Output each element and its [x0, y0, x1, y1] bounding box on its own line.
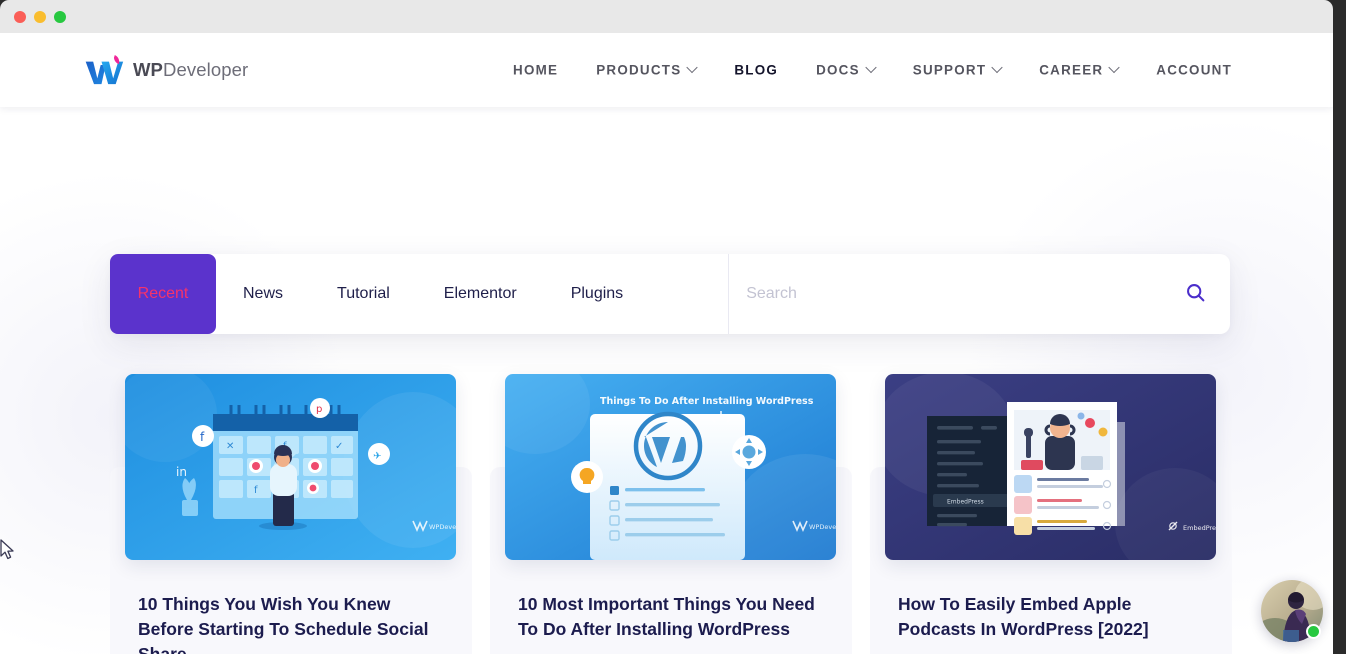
nav-item-account[interactable]: ACCOUNT [1137, 63, 1251, 78]
nav-item-products[interactable]: PRODUCTS [577, 61, 715, 78]
status-badge [1306, 624, 1321, 639]
svg-text:✕: ✕ [226, 441, 234, 452]
chevron-down-icon [865, 61, 877, 73]
support-chat-widget[interactable] [1261, 580, 1323, 642]
svg-text:✈: ✈ [373, 451, 381, 462]
brand-logo-link[interactable]: WPDeveloper [84, 54, 248, 86]
brand-name-light: Developer [163, 59, 249, 80]
chevron-down-icon [1108, 61, 1120, 73]
nav-item-blog[interactable]: BLOG [715, 63, 797, 78]
svg-text:Things To Do After Installing: Things To Do After Installing WordPress [600, 396, 814, 407]
svg-text:EmbedPress: EmbedPress [947, 499, 984, 506]
search-button[interactable] [1175, 282, 1230, 306]
nav-label: CAREER [1039, 62, 1104, 78]
brand-wordmark: WPDeveloper [133, 59, 248, 81]
tab-label: Recent [137, 285, 189, 302]
search-input[interactable] [746, 285, 1175, 303]
post-thumbnail-social-schedule[interactable]: ✕f✓ ✓f [125, 374, 456, 560]
nav-item-home[interactable]: HOME [494, 63, 577, 78]
svg-text:p: p [316, 404, 322, 415]
svg-text:✓: ✓ [335, 441, 343, 452]
svg-text:in: in [176, 465, 187, 479]
tab-tutorial[interactable]: Tutorial [310, 254, 417, 334]
search-group [728, 254, 1230, 334]
close-window-button[interactable] [14, 11, 26, 23]
nav-label: PRODUCTS [596, 62, 682, 78]
svg-text:WPDeveloper: WPDeveloper [809, 523, 836, 531]
tab-label: Plugins [570, 285, 624, 302]
post-thumbnail-apple-podcasts-embed[interactable]: EmbedPress EmbedPre [885, 374, 1216, 560]
blog-listing-content: Recent News Tutorial Elementor Plugins S… [0, 107, 1333, 654]
main-navigation: HOME PRODUCTS BLOG DOCS SUPPORT CAREER A… [494, 61, 1251, 78]
category-tab-list: Recent News Tutorial Elementor Plugins [110, 254, 650, 334]
brand-name-bold: WP [133, 59, 164, 80]
tab-label: Elementor [443, 285, 517, 302]
chevron-down-icon [686, 61, 699, 73]
post-title[interactable]: 10 Most Important Things You Need To Do … [518, 592, 824, 642]
post-card[interactable]: EmbedPress EmbedPre How To Easily Embed … [870, 374, 1232, 654]
tab-plugins[interactable]: Plugins [544, 254, 650, 334]
nav-label: SUPPORT [912, 62, 987, 78]
nav-item-support[interactable]: SUPPORT [894, 61, 1020, 78]
post-title[interactable]: 10 Things You Wish You Knew Before Start… [138, 592, 444, 654]
wpdeveloper-w-logo-icon [84, 54, 124, 86]
search-icon [1185, 282, 1206, 306]
site-header: WPDeveloper HOME PRODUCTS BLOG DOCS SUPP… [0, 33, 1333, 107]
nav-label: HOME [513, 62, 559, 78]
post-card[interactable]: Things To Do After Installing WordPress … [490, 374, 852, 654]
post-title[interactable]: How To Easily Embed Apple Podcasts In Wo… [898, 592, 1204, 642]
maximize-window-button[interactable] [54, 11, 66, 23]
tab-label: Tutorial [337, 285, 390, 302]
post-card[interactable]: ✕f✓ ✓f [110, 374, 472, 654]
svg-text:f: f [254, 485, 258, 496]
nav-label: DOCS [816, 62, 860, 78]
nav-item-docs[interactable]: DOCS [797, 61, 894, 78]
window-traffic-lights [14, 11, 66, 23]
page-viewport: WPDeveloper HOME PRODUCTS BLOG DOCS SUPP… [0, 33, 1333, 654]
tab-label: News [243, 285, 284, 302]
tab-news[interactable]: News [216, 254, 310, 334]
chevron-down-icon [991, 61, 1003, 73]
svg-text:EmbedPress: EmbedPress [1183, 524, 1216, 532]
category-filter-bar: Recent News Tutorial Elementor Plugins [110, 254, 1230, 334]
svg-text:WPDeveloper: WPDeveloper [429, 523, 456, 531]
tab-recent[interactable]: Recent [110, 254, 216, 334]
post-thumbnail-wordpress-checklist[interactable]: Things To Do After Installing WordPress … [505, 374, 836, 560]
nav-item-career[interactable]: CAREER [1020, 61, 1137, 78]
nav-label: ACCOUNT [1156, 62, 1232, 78]
tab-elementor[interactable]: Elementor [417, 254, 544, 334]
post-grid: ✕f✓ ✓f [110, 374, 1232, 654]
browser-window-chrome [0, 0, 1333, 33]
minimize-window-button[interactable] [34, 11, 46, 23]
nav-label: BLOG [734, 62, 779, 78]
